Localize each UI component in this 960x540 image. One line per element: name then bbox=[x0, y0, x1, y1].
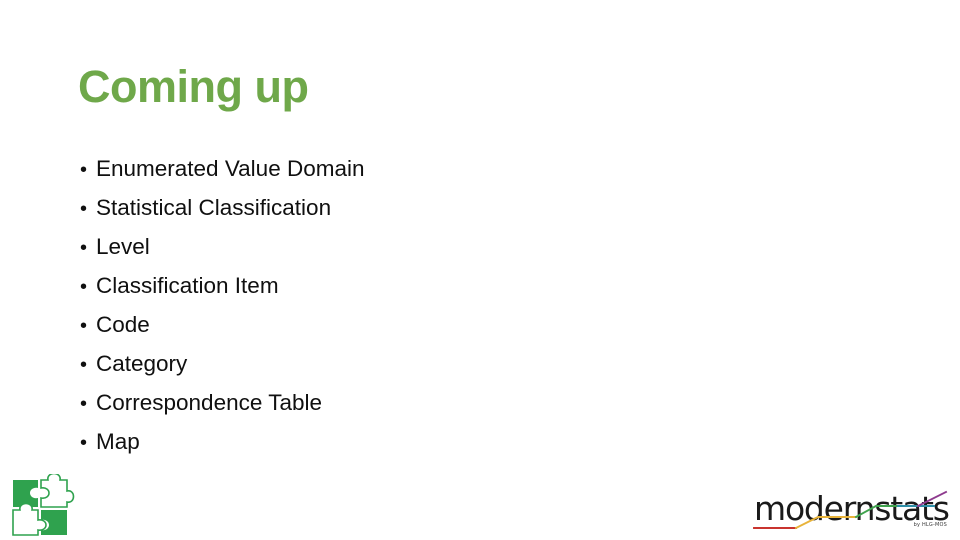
list-item-label: Classification Item bbox=[96, 273, 279, 298]
list-item-label: Correspondence Table bbox=[96, 390, 322, 415]
list-item: • Correspondence Table bbox=[80, 384, 780, 423]
puzzle-piece-top-right bbox=[40, 472, 75, 508]
bullet-marker-icon: • bbox=[80, 354, 88, 376]
list-item: • Level bbox=[80, 228, 780, 267]
list-item: • Enumerated Value Domain bbox=[80, 150, 780, 189]
modernstats-tagline: by HLG-MOS bbox=[913, 522, 947, 528]
list-item: • Classification Item bbox=[80, 267, 780, 306]
page-title: Coming up bbox=[78, 61, 309, 112]
bullet-marker-icon: • bbox=[80, 432, 88, 454]
bullet-marker-icon: • bbox=[80, 237, 88, 259]
bullet-marker-icon: • bbox=[80, 198, 88, 220]
bullet-marker-icon: • bbox=[80, 276, 88, 298]
bullet-marker-icon: • bbox=[80, 159, 88, 181]
puzzle-pieces-logo bbox=[10, 472, 76, 538]
modernstats-wordmark: modernstats bbox=[754, 489, 950, 528]
list-item-label: Level bbox=[96, 234, 150, 259]
list-item: • Code bbox=[80, 306, 780, 345]
bullet-marker-icon: • bbox=[80, 315, 88, 337]
bullet-list: • Enumerated Value Domain • Statistical … bbox=[80, 150, 780, 462]
modernstats-logo: modernstats by HLG-MOS bbox=[748, 486, 953, 534]
list-item: • Map bbox=[80, 423, 780, 462]
bullet-marker-icon: • bbox=[80, 393, 88, 415]
list-item: • Category bbox=[80, 345, 780, 384]
list-item: • Statistical Classification bbox=[80, 189, 780, 228]
slide-canvas: Coming up • Enumerated Value Domain • St… bbox=[0, 0, 960, 540]
list-item-label: Category bbox=[96, 351, 188, 376]
list-item-label: Code bbox=[96, 312, 150, 337]
list-item-label: Map bbox=[96, 429, 140, 454]
list-item-label: Statistical Classification bbox=[96, 195, 332, 220]
list-item-label: Enumerated Value Domain bbox=[96, 156, 365, 181]
